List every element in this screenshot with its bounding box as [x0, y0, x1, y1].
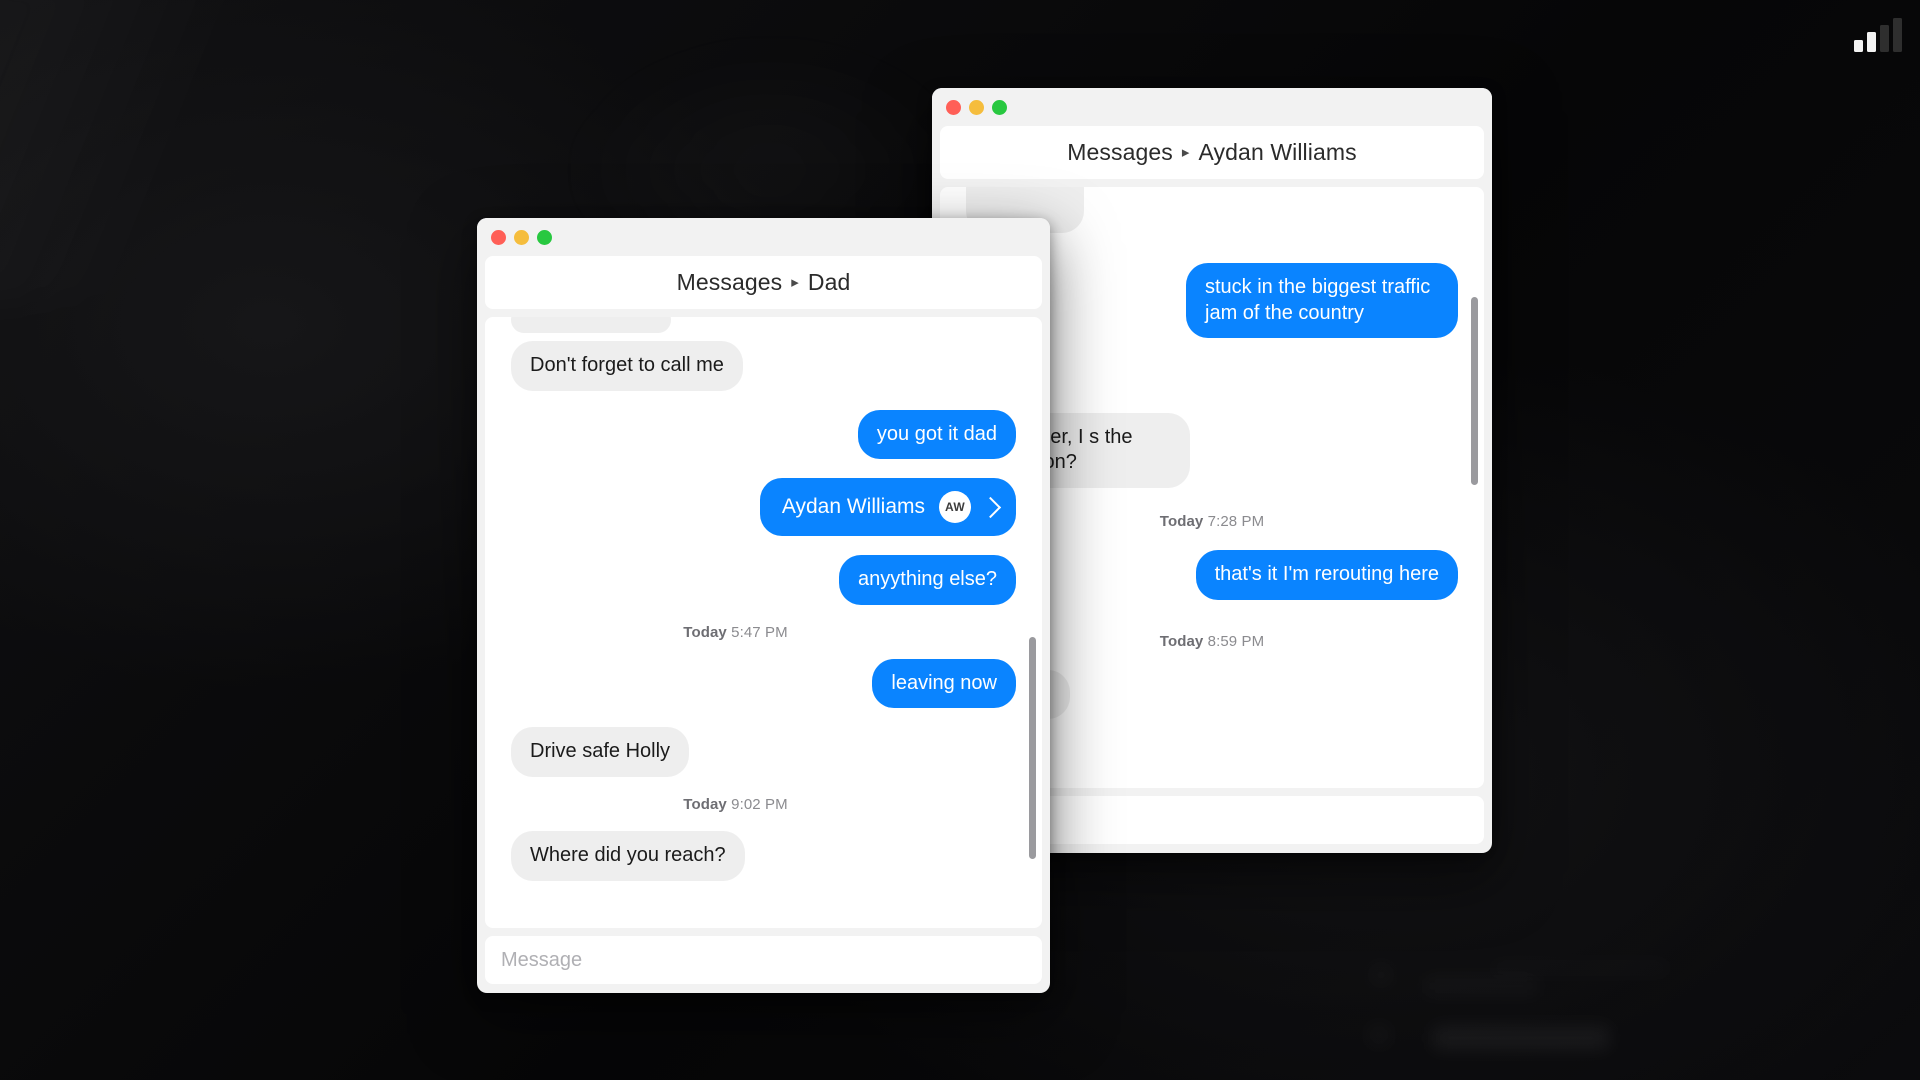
timestamp-time: 8:59 PM: [1207, 632, 1265, 650]
timestamp-day: Today: [1159, 512, 1204, 530]
message-bubble-outgoing: stuck in the biggest traffic jam of the …: [1186, 263, 1458, 339]
message-bubble-outgoing: that's it I'm rerouting here: [1195, 549, 1458, 600]
timestamp-day: Today: [1159, 632, 1204, 650]
message-bubble-incoming: Don't forget to call me: [511, 341, 743, 391]
minimize-button[interactable]: [514, 229, 529, 245]
wallpaper-artifact: [1490, 962, 1670, 974]
breadcrumb-separator-icon: ▸: [791, 273, 799, 291]
message-row: Today 5:47 PM: [511, 624, 1016, 641]
titlebar[interactable]: [932, 88, 1492, 126]
wallpaper-artifact: [1368, 962, 1394, 988]
message-timestamp: Today 9:02 PM: [683, 796, 787, 813]
window-messages-dad[interactable]: Messages ▸ Dad Don't forget to call me y…: [477, 218, 1050, 993]
message-bubble-incoming: Where did you reach?: [511, 830, 745, 881]
timestamp-day: Today: [683, 623, 727, 641]
signal-bar-1: [1854, 40, 1863, 52]
signal-bar-2: [1867, 32, 1876, 52]
message-row: you got it dad: [511, 409, 1016, 460]
message-row: leaving now: [511, 658, 1016, 709]
maximize-button[interactable]: [992, 99, 1007, 115]
breadcrumb: Messages ▸ Aydan Williams: [940, 126, 1484, 179]
signal-bars-icon: [1854, 18, 1902, 52]
message-thread[interactable]: Don't forget to call me you got it dad A…: [485, 317, 1042, 928]
chevron-right-icon: [979, 496, 1002, 518]
message-row: Don't forget to call me: [511, 341, 1016, 391]
timestamp-day: Today: [683, 795, 727, 813]
message-row[interactable]: Aydan Williams AW: [511, 478, 1016, 537]
message-row: Where did you reach?: [511, 830, 1016, 881]
thread-scrollbar[interactable]: [1029, 637, 1036, 859]
maximize-button[interactable]: [537, 229, 552, 245]
breadcrumb: Messages ▸ Dad: [485, 256, 1042, 309]
timestamp-time: 9:02 PM: [731, 795, 788, 813]
message-timestamp: Today 5:47 PM: [683, 624, 787, 641]
message-bubble-incoming: [511, 317, 671, 333]
titlebar[interactable]: [477, 218, 1050, 256]
message-row: anyything else?: [511, 555, 1016, 605]
message-bubble-outgoing: leaving now: [872, 658, 1016, 709]
close-button[interactable]: [946, 99, 961, 115]
shared-contact-card[interactable]: Aydan Williams AW: [759, 478, 1016, 537]
breadcrumb-contact: Dad: [807, 269, 851, 295]
breadcrumb-separator-icon: ▸: [1181, 143, 1190, 161]
signal-bar-4: [1893, 18, 1902, 52]
shared-contact-name: Aydan Williams: [781, 495, 925, 519]
message-timestamp: Today 7:28 PM: [1160, 513, 1264, 530]
message-bubble-incoming: Drive safe Holly: [511, 727, 690, 777]
desktop-background: Messages ▸ Aydan Williams stuck in the b…: [0, 0, 1920, 1080]
breadcrumb-app: Messages: [1067, 139, 1173, 165]
close-button[interactable]: [491, 229, 506, 245]
minimize-button[interactable]: [969, 99, 984, 115]
message-list: Don't forget to call me you got it dad A…: [485, 317, 1042, 928]
signal-bar-3: [1880, 25, 1889, 52]
message-row: Today 9:02 PM: [511, 796, 1016, 813]
thread-scrollbar[interactable]: [1471, 297, 1478, 485]
timestamp-time: 5:47 PM: [731, 623, 788, 641]
wallpaper-highlight-streak: [0, 0, 316, 307]
avatar: AW: [939, 491, 971, 524]
breadcrumb-app: Messages: [676, 269, 783, 295]
wallpaper-artifact: [1432, 1026, 1610, 1050]
wallpaper-artifact: [1366, 1022, 1392, 1048]
message-input[interactable]: [501, 948, 1026, 972]
message-bubble-outgoing: you got it dad: [857, 409, 1016, 460]
message-bubble-outgoing: anyything else?: [839, 555, 1016, 605]
message-composer[interactable]: [485, 936, 1042, 984]
timestamp-time: 7:28 PM: [1207, 512, 1265, 530]
message-timestamp: Today 8:59 PM: [1160, 633, 1264, 650]
breadcrumb-contact: Aydan Williams: [1198, 139, 1357, 165]
wallpaper-artifact: [1422, 975, 1540, 997]
window-body: Messages ▸ Dad Don't forget to call me y…: [477, 256, 1050, 993]
message-row: [511, 317, 1016, 333]
message-row: Drive safe Holly: [511, 727, 1016, 777]
